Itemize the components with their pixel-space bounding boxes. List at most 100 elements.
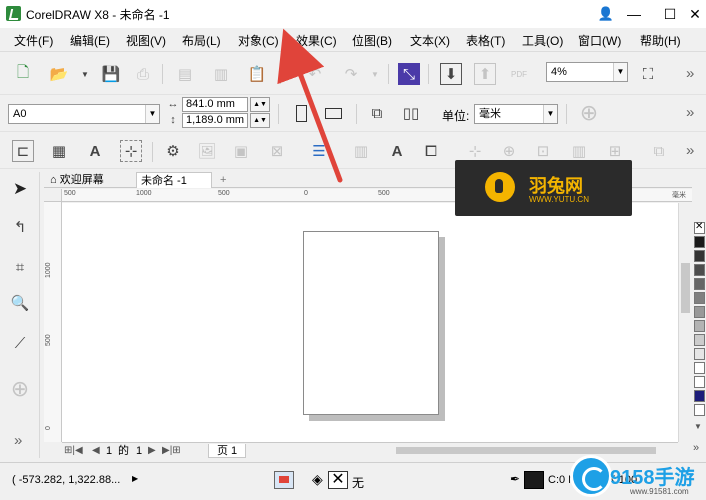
toolbox-overflow-icon[interactable]: »: [14, 432, 23, 449]
freehand-tool-icon[interactable]: ⟋: [9, 332, 31, 354]
menu-edit[interactable]: 编辑(E): [70, 32, 110, 49]
menu-effects[interactable]: 效果(C): [296, 32, 337, 49]
distribute-icon[interactable]: ⊹: [464, 140, 486, 162]
horizontal-scrollbar[interactable]: [246, 445, 676, 455]
align-icon[interactable]: ☰: [308, 140, 330, 162]
toolbar-overflow-icon[interactable]: »: [686, 142, 695, 159]
export-icon[interactable]: ⬆: [474, 63, 496, 85]
menu-view[interactable]: 视图(V): [126, 32, 166, 49]
add-tool-icon[interactable]: ⊕: [9, 376, 31, 401]
publish-pdf-icon[interactable]: PDF: [508, 63, 530, 85]
snap-text-icon[interactable]: A: [84, 140, 106, 162]
toolbar-overflow-icon[interactable]: »: [686, 65, 695, 82]
page-tab[interactable]: 页 1: [208, 444, 247, 458]
fill-bucket-icon[interactable]: ◈: [312, 471, 326, 489]
frame-icon[interactable]: ⊠: [266, 140, 288, 162]
crop-tool-icon[interactable]: ⌗: [9, 256, 31, 278]
bitmap-icon[interactable]: ▣: [230, 140, 252, 162]
color-swatch[interactable]: [694, 362, 705, 374]
full-screen-icon[interactable]: ⛶: [637, 63, 659, 85]
page-height-stepper[interactable]: ▲▼: [250, 113, 270, 128]
all-pages-icon[interactable]: ⧉: [366, 102, 388, 124]
coords-menu-icon[interactable]: ▶: [132, 474, 138, 483]
menu-help[interactable]: 帮助(H): [640, 32, 681, 49]
maximize-button[interactable]: ☐: [659, 4, 681, 24]
pick-tool-icon[interactable]: ➤: [9, 178, 31, 200]
copy-icon[interactable]: ▥: [210, 63, 232, 85]
color-swatch[interactable]: [694, 334, 705, 346]
chevron-down-icon[interactable]: ▼: [613, 63, 627, 81]
menu-tools[interactable]: 工具(O): [522, 32, 563, 49]
cut-icon[interactable]: ▤: [174, 63, 196, 85]
menu-layout[interactable]: 布局(L): [182, 32, 221, 49]
add-tab-button[interactable]: +: [216, 172, 236, 188]
portrait-icon[interactable]: [290, 102, 312, 124]
color-swatch[interactable]: [694, 236, 705, 248]
page-width-input[interactable]: 841.0 mm: [182, 97, 248, 112]
help-person-icon[interactable]: 👤: [595, 4, 617, 24]
palette-overflow-icon[interactable]: »: [693, 442, 699, 454]
horizontal-scroll-thumb[interactable]: [396, 447, 656, 454]
color-swatch[interactable]: [694, 320, 705, 332]
color-swatch[interactable]: [694, 404, 705, 416]
color-swatch[interactable]: [694, 278, 705, 290]
ruler-corner[interactable]: [44, 189, 62, 202]
import-icon[interactable]: ⬇: [440, 63, 462, 85]
menu-object[interactable]: 对象(C): [238, 32, 279, 49]
object-settings-icon[interactable]: ⚙: [162, 140, 184, 162]
minimize-button[interactable]: —: [623, 4, 645, 24]
tab-document[interactable]: 未命名 -1: [136, 172, 212, 188]
next-page-icon[interactable]: ▶: [148, 444, 156, 458]
save-icon[interactable]: 💾: [100, 63, 122, 85]
first-page-icon[interactable]: ⊞|◀: [64, 444, 83, 458]
landscape-icon[interactable]: [322, 102, 344, 124]
color-swatch[interactable]: [694, 264, 705, 276]
document-color-settings-icon[interactable]: [274, 471, 294, 489]
page-size-combo[interactable]: A0 ▼: [8, 104, 160, 124]
outline-pen-icon[interactable]: ✒: [510, 472, 520, 488]
guideline-icon[interactable]: ⊹: [120, 140, 142, 162]
tab-welcome[interactable]: ⌂ 欢迎屏幕: [46, 172, 134, 188]
palette-scroll-down-icon[interactable]: ▼: [694, 422, 702, 431]
color-swatch[interactable]: [694, 348, 705, 360]
new-document-icon[interactable]: 🗋: [12, 63, 34, 85]
fill-none-swatch[interactable]: ✕: [328, 471, 348, 489]
ruler-icon[interactable]: ⊏: [12, 140, 34, 162]
undo-icon[interactable]: ↶: [304, 63, 326, 85]
target-icon[interactable]: ⊕: [498, 140, 520, 162]
layer-icon[interactable]: ⧉: [648, 140, 670, 162]
corel-connect-icon[interactable]: ⤡: [398, 63, 420, 85]
chevron-down-icon[interactable]: ▼: [543, 105, 557, 123]
prev-page-icon[interactable]: ◀: [92, 444, 100, 458]
chevron-down-icon[interactable]: ▼: [145, 105, 159, 123]
unit-combo[interactable]: 毫米 ▼: [474, 104, 558, 124]
no-color-swatch[interactable]: ✕: [694, 221, 705, 234]
outline-color-swatch[interactable]: [524, 471, 544, 489]
current-page-icon[interactable]: ▯▯: [400, 102, 422, 124]
color-swatch[interactable]: [694, 292, 705, 304]
color-swatch[interactable]: [694, 250, 705, 262]
shape-tool-icon[interactable]: ↰: [9, 216, 31, 238]
menu-bitmap[interactable]: 位图(B): [352, 32, 392, 49]
color-swatch[interactable]: [694, 390, 705, 402]
weld-icon[interactable]: ⊡: [532, 140, 554, 162]
redo-dropdown-icon[interactable]: ▼: [364, 63, 386, 85]
color-swatch[interactable]: [694, 306, 705, 318]
column-icon[interactable]: ▥: [350, 140, 372, 162]
shape-icon[interactable]: ⧠: [420, 140, 442, 162]
page-width-stepper[interactable]: ▲▼: [250, 97, 270, 112]
open-dropdown-icon[interactable]: ▼: [74, 63, 96, 85]
menu-table[interactable]: 表格(T): [466, 32, 505, 49]
text-icon[interactable]: A: [386, 140, 408, 162]
menu-window[interactable]: 窗口(W): [578, 32, 621, 49]
combine-icon[interactable]: ⊞: [604, 140, 626, 162]
chart-icon[interactable]: ▥: [568, 140, 590, 162]
close-button[interactable]: ✕: [684, 4, 706, 24]
toolbar-overflow-icon[interactable]: »: [686, 104, 695, 121]
zoom-tool-icon[interactable]: 🔍: [9, 292, 31, 314]
image-icon[interactable]: 🖼: [196, 140, 218, 162]
last-page-icon[interactable]: ▶|⊞: [162, 444, 181, 458]
vertical-scroll-thumb[interactable]: [681, 263, 690, 313]
page-height-input[interactable]: 1,189.0 mm: [182, 113, 248, 128]
zoom-level-combo[interactable]: 4% ▼: [546, 62, 628, 82]
